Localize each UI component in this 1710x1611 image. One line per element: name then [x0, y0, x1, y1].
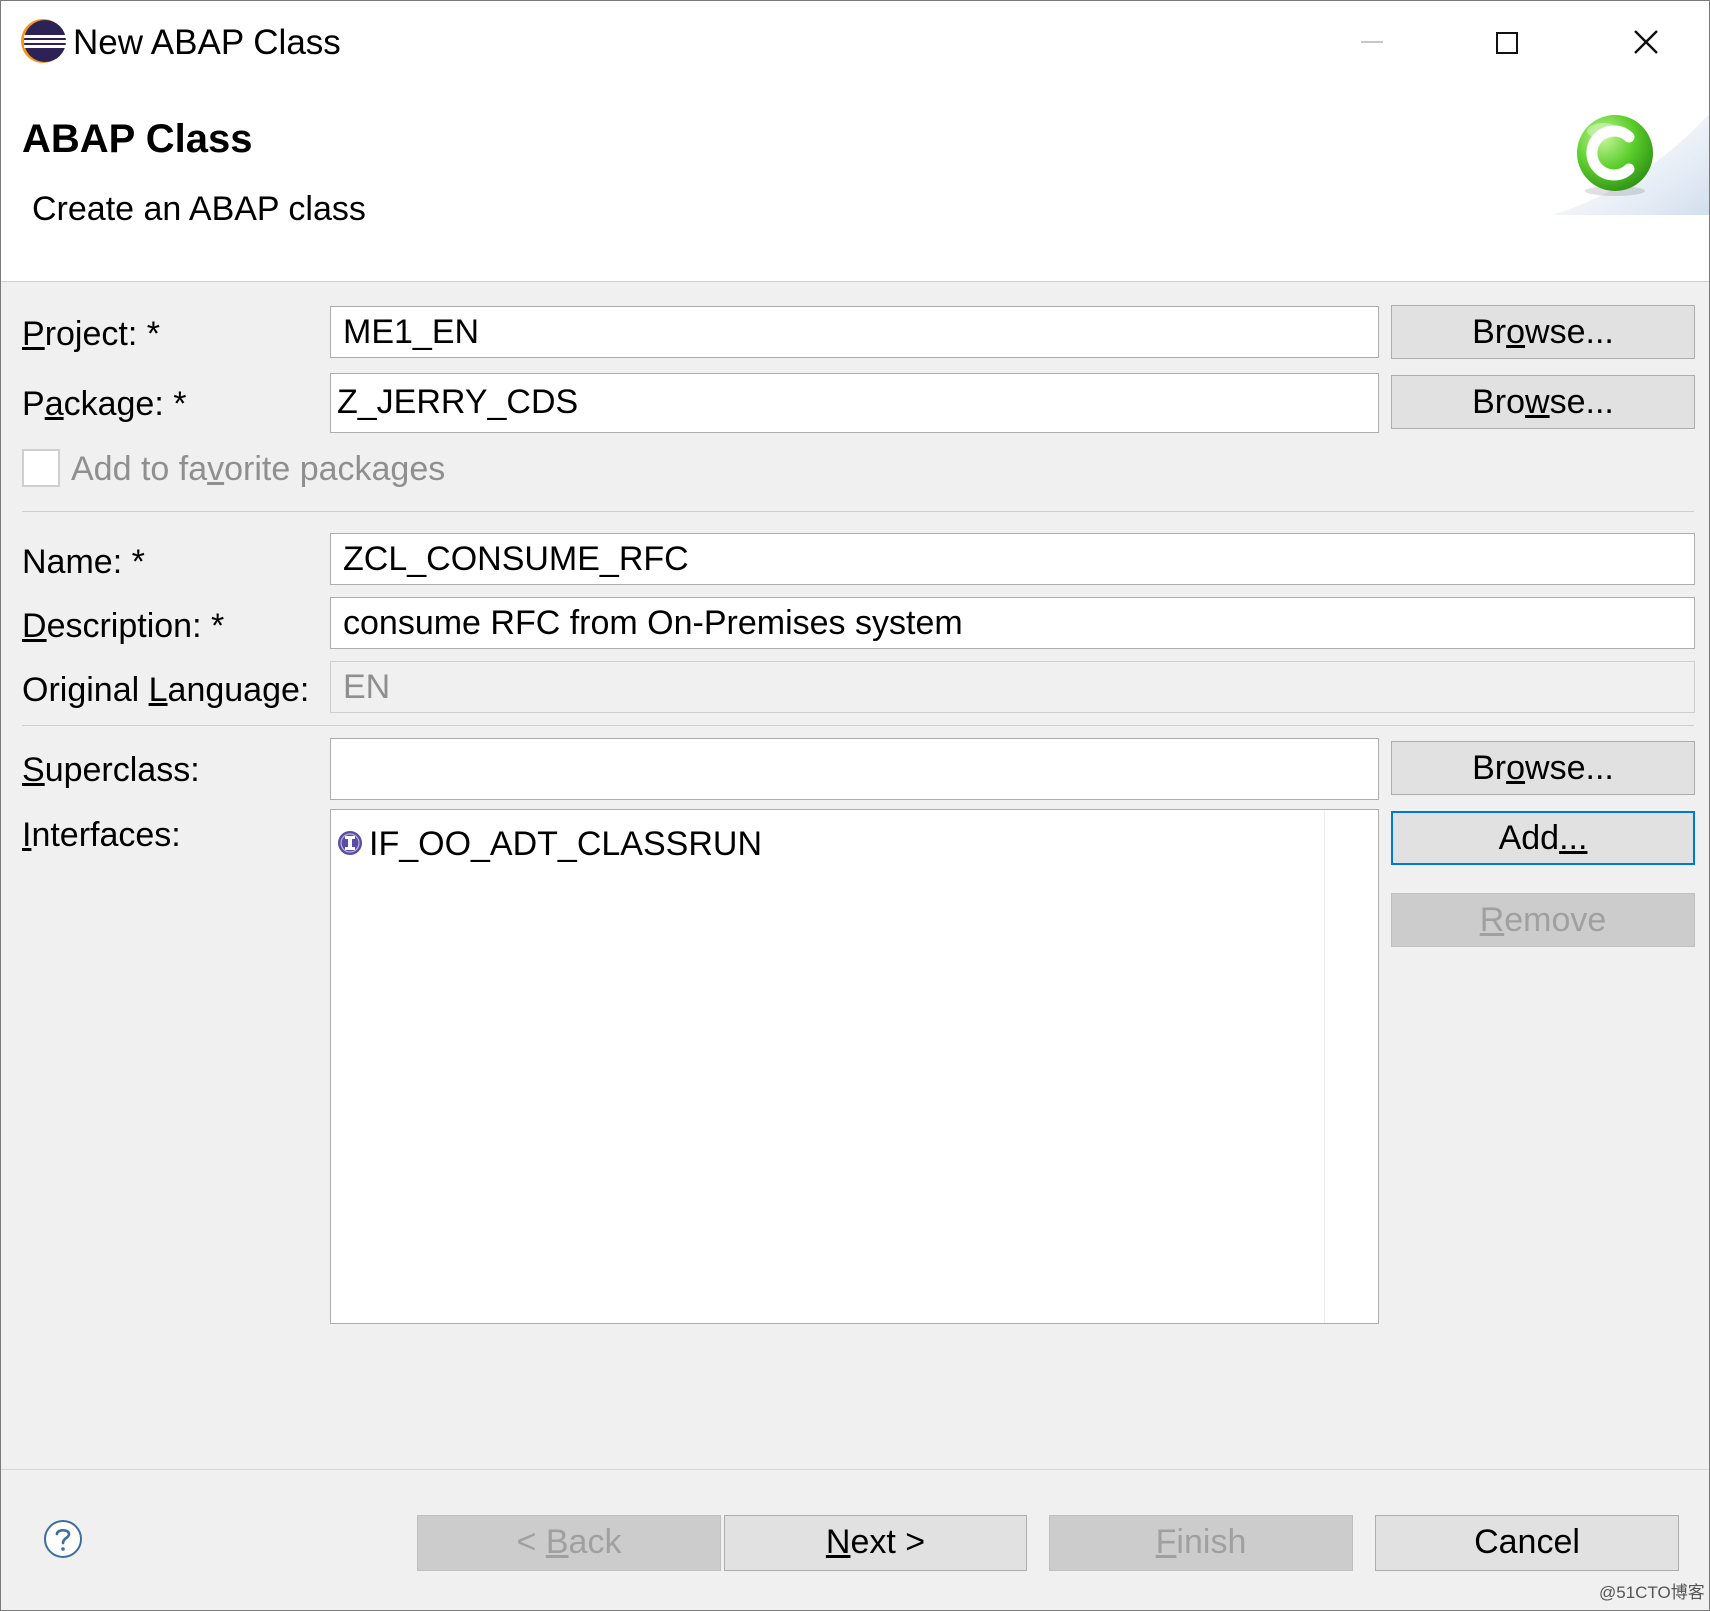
maximize-icon [1496, 32, 1518, 54]
original-language-label: Original Language: [22, 671, 310, 709]
interfaces-label: Interfaces: [22, 816, 181, 854]
favorite-packages-checkbox[interactable] [22, 449, 60, 487]
help-icon[interactable] [43, 1519, 83, 1559]
wizard-banner: ABAP Class Create an ABAP class [1, 85, 1709, 282]
close-button[interactable] [1591, 11, 1701, 73]
minimize-button[interactable] [1321, 11, 1431, 73]
next-button[interactable]: Next > [724, 1515, 1027, 1571]
abap-class-c-icon [1577, 115, 1653, 196]
new-abap-class-dialog: New ABAP Class ABAP Class Create an ABAP… [0, 0, 1710, 1611]
superclass-label: Superclass: [22, 751, 200, 789]
maximize-button[interactable] [1453, 11, 1563, 73]
title-bar[interactable]: New ABAP Class [1, 1, 1709, 85]
eclipse-app-icon [21, 19, 66, 63]
superclass-field[interactable] [330, 738, 1379, 800]
separator [22, 511, 1694, 512]
original-language-field: EN [330, 661, 1695, 713]
interface-icon [338, 831, 362, 856]
browse-superclass-button[interactable]: Browse... [1391, 741, 1695, 795]
footer-separator [1, 1469, 1709, 1470]
remove-interface-button[interactable]: Remove [1391, 893, 1695, 947]
description-label: Description: * [22, 607, 225, 645]
interfaces-list[interactable]: IF_OO_ADT_CLASSRUN [330, 809, 1379, 1324]
browse-project-button[interactable]: Browse... [1391, 305, 1695, 359]
favorite-packages-label: Add to favorite packages [71, 450, 446, 488]
interface-name: IF_OO_ADT_CLASSRUN [369, 825, 762, 863]
project-field[interactable]: ME1_EN [330, 306, 1379, 358]
watermark: @51CTO博客 [1599, 1583, 1705, 1602]
separator [22, 725, 1694, 726]
add-interface-button[interactable]: Add... [1391, 811, 1695, 865]
list-column-divider [1324, 810, 1325, 1323]
window-title: New ABAP Class [73, 23, 341, 62]
name-label: Name: * [22, 543, 145, 581]
name-field[interactable]: ZCL_CONSUME_RFC [330, 533, 1695, 585]
project-label: Project: * [22, 315, 160, 353]
banner-heading: ABAP Class [22, 117, 253, 161]
banner-subtitle: Create an ABAP class [32, 190, 366, 228]
package-label: Package: * [22, 385, 187, 423]
finish-button[interactable]: Finish [1049, 1515, 1353, 1571]
minimize-icon [1361, 41, 1383, 43]
browse-package-button[interactable]: Browse... [1391, 375, 1695, 429]
description-field[interactable]: consume RFC from On-Premises system [330, 597, 1695, 649]
back-button[interactable]: < Back [417, 1515, 721, 1571]
cancel-button[interactable]: Cancel [1375, 1515, 1679, 1571]
list-item[interactable]: IF_OO_ADT_CLASSRUN [337, 820, 762, 868]
close-icon [1634, 30, 1658, 54]
package-field[interactable]: Z_JERRY_CDS [330, 373, 1379, 433]
